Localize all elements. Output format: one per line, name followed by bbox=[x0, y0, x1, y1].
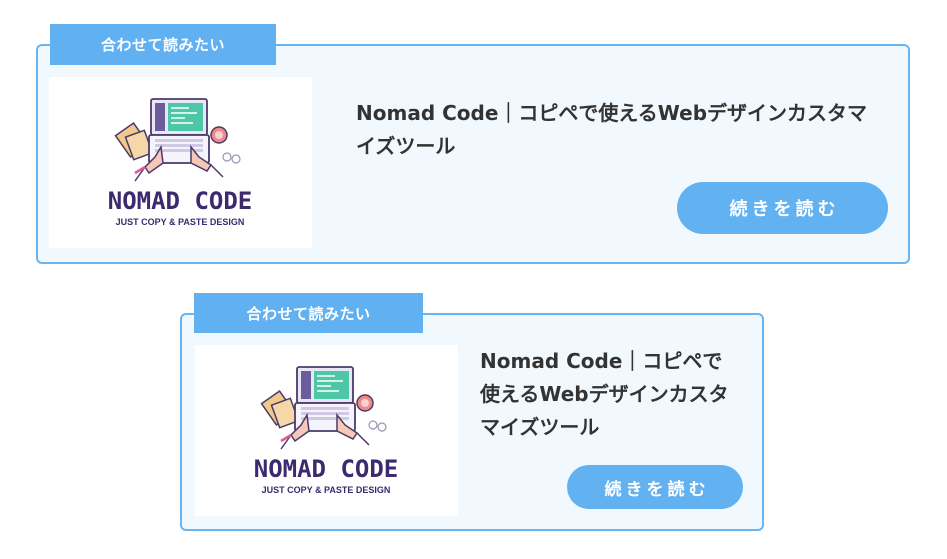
article-title[interactable]: Nomad Code｜コピペで使えるWebデザインカスタマイズツール bbox=[480, 345, 738, 444]
laptop-illustration-icon: NOMAD CODE JUST COPY & PASTE DESIGN bbox=[108, 98, 253, 227]
logo-title: NOMAD CODE bbox=[108, 187, 253, 215]
logo-subtitle: JUST COPY & PASTE DESIGN bbox=[262, 485, 391, 495]
logo-title: NOMAD CODE bbox=[254, 455, 399, 483]
related-article-tag: 合わせて読みたい bbox=[50, 24, 276, 65]
laptop-illustration-icon: NOMAD CODE JUST COPY & PASTE DESIGN bbox=[254, 366, 399, 495]
related-article-tag: 合わせて読みたい bbox=[194, 293, 423, 333]
logo-subtitle: JUST COPY & PASTE DESIGN bbox=[116, 217, 245, 227]
article-title[interactable]: Nomad Code｜コピペで使えるWebデザインカスタマイズツール bbox=[356, 97, 876, 163]
article-thumbnail[interactable]: NOMAD CODE JUST COPY & PASTE DESIGN bbox=[49, 77, 312, 248]
read-more-button[interactable]: 続きを読む bbox=[567, 465, 743, 509]
article-thumbnail[interactable]: NOMAD CODE JUST COPY & PASTE DESIGN bbox=[195, 345, 458, 516]
read-more-button[interactable]: 続きを読む bbox=[677, 182, 888, 234]
